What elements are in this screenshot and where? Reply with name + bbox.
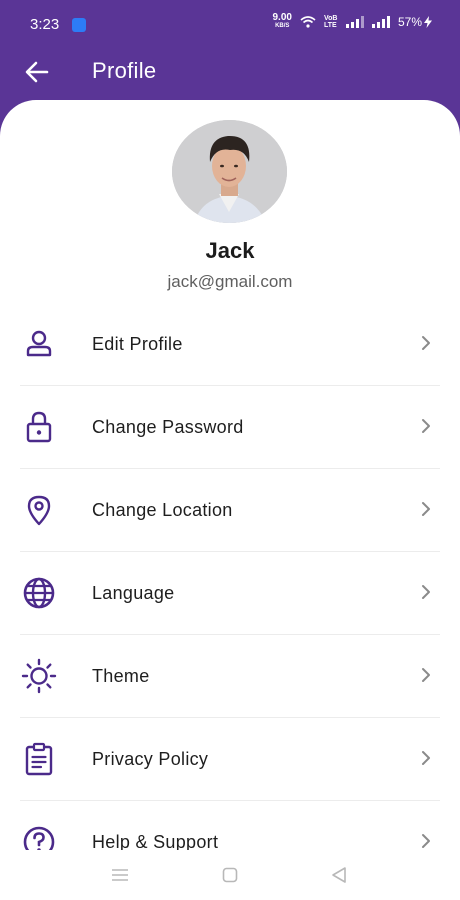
system-nav-bar — [0, 850, 460, 900]
wifi-icon — [300, 16, 316, 28]
lock-icon — [20, 410, 58, 444]
avatar-photo — [172, 120, 287, 223]
triangle-back-icon — [332, 867, 346, 883]
chevron-right-icon — [422, 419, 430, 433]
menu-item-theme[interactable]: Theme — [20, 635, 440, 718]
signal-icon-1 — [345, 16, 364, 28]
status-indicators: 9.00 KB/S VoB LTE 57% — [272, 12, 432, 30]
app-bar: Profile — [0, 50, 460, 96]
menu-item-label: Change Password — [92, 417, 244, 437]
status-bar: 3:23 9.00 KB/S VoB LTE 57% — [0, 0, 460, 50]
arrow-left-icon — [25, 61, 49, 83]
help-circle-icon — [20, 825, 58, 851]
clipboard-icon — [20, 742, 58, 776]
battery-indicator: 57% — [398, 15, 432, 29]
menu-lines-icon — [112, 869, 128, 881]
battery-level: 57% — [397, 15, 422, 29]
menu-item-help-support[interactable]: Help & Support — [20, 801, 440, 851]
menu-item-label: Privacy Policy — [92, 749, 209, 769]
sun-icon — [20, 658, 58, 694]
globe-icon — [20, 576, 58, 610]
back-nav-button[interactable] — [327, 864, 351, 886]
menu-item-edit-profile[interactable]: Edit Profile — [20, 303, 440, 386]
settings-menu: Edit Profile Change Password Change Loca… — [20, 303, 440, 851]
location-pin-icon — [20, 493, 58, 527]
menu-item-privacy-policy[interactable]: Privacy Policy — [20, 718, 440, 801]
chevron-right-icon — [422, 502, 430, 516]
page-title: Profile — [92, 58, 157, 83]
network-speed: 9.00 KB/S — [272, 12, 292, 30]
chevron-right-icon — [422, 585, 430, 599]
charging-icon — [424, 16, 432, 28]
network-speed-value: 9.00 — [272, 12, 292, 23]
home-button[interactable] — [218, 864, 242, 886]
avatar[interactable] — [172, 120, 287, 223]
square-icon — [222, 867, 238, 883]
menu-item-label: Help & Support — [92, 832, 219, 851]
user-name: Jack — [205, 238, 255, 263]
signal-icon-2 — [371, 16, 390, 28]
chevron-right-icon — [422, 336, 430, 350]
network-speed-unit: KB/S — [275, 23, 290, 29]
volte-label: VoB LTE — [323, 15, 338, 29]
menu-item-label: Change Location — [92, 500, 233, 520]
back-button[interactable] — [22, 57, 52, 87]
status-time: 3:23 — [30, 16, 60, 33]
menu-item-label: Edit Profile — [92, 334, 183, 354]
menu-item-change-password[interactable]: Change Password — [20, 386, 440, 469]
person-icon — [20, 327, 58, 361]
chevron-right-icon — [422, 834, 430, 848]
user-email: jack@gmail.com — [167, 272, 293, 291]
chevron-right-icon — [422, 668, 430, 682]
menu-item-label: Theme — [92, 666, 150, 686]
menu-item-change-location[interactable]: Change Location — [20, 469, 440, 552]
chevron-right-icon — [422, 751, 430, 765]
recents-button[interactable] — [108, 864, 132, 886]
app-notification-icon — [72, 18, 86, 32]
menu-item-label: Language — [92, 583, 175, 603]
menu-item-language[interactable]: Language — [20, 552, 440, 635]
profile-sheet: Jack jack@gmail.com Edit Profile Change — [0, 100, 460, 900]
